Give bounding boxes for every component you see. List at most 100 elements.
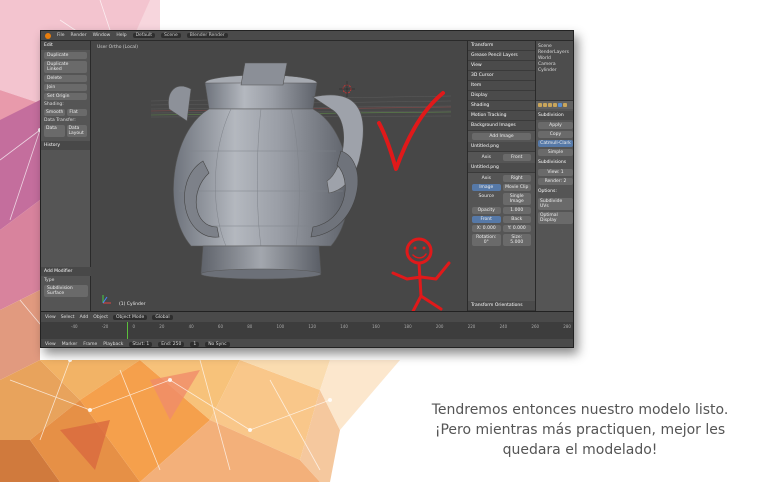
size-field[interactable]: Size: 5.000 xyxy=(502,234,531,246)
panel-add-modifier-header[interactable]: Add Modifier xyxy=(41,267,91,276)
outliner-renderlayers-item[interactable]: RenderLayers xyxy=(538,50,573,55)
ruler-tick: 40 xyxy=(188,324,194,329)
duplicate-button[interactable]: Duplicate xyxy=(44,52,87,59)
ruler-tick: -20 xyxy=(101,324,109,329)
menu-window[interactable]: Window xyxy=(93,33,111,38)
offset-row: X: 0.000 Y: 0.000 xyxy=(472,225,531,232)
end-frame-field[interactable]: End: 250 xyxy=(158,341,185,347)
rotation-field[interactable]: Rotation: 0° xyxy=(472,234,501,246)
axis-front-field[interactable]: Front xyxy=(502,154,531,161)
menu-select[interactable]: Select xyxy=(61,315,75,320)
panel-3d-cursor-header[interactable]: 3D Cursor xyxy=(468,71,535,81)
menu-object[interactable]: Object xyxy=(93,315,108,320)
menu-frame[interactable]: Frame xyxy=(83,342,97,347)
menu-add[interactable]: Add xyxy=(80,315,89,320)
duplicate-linked-button[interactable]: Duplicate Linked xyxy=(44,61,87,73)
ruler-tick: 120 xyxy=(308,324,317,329)
timeline[interactable]: View Select Add Object Object Mode Globa… xyxy=(41,311,573,340)
data-layout-button[interactable]: Data Layout xyxy=(66,125,87,137)
set-origin-button[interactable]: Set Origin xyxy=(44,93,87,100)
3d-cursor-icon[interactable] xyxy=(339,81,355,97)
apply-modifier-button[interactable]: Apply xyxy=(538,122,573,129)
opacity-row: Opacity 1.000 xyxy=(472,207,531,214)
menu-help[interactable]: Help xyxy=(116,33,126,38)
axis-label: Axis xyxy=(481,155,491,160)
panel-grease-pencil-header[interactable]: Grease Pencil Layers xyxy=(468,51,535,61)
timeline-playhead[interactable] xyxy=(127,322,128,340)
x-offset-field[interactable]: X: 0.000 xyxy=(472,225,501,232)
background-image-1-item[interactable]: Untitled.png xyxy=(468,142,535,152)
opacity-label: Opacity xyxy=(472,207,501,214)
modifier-type-field[interactable]: Subdivision Surface xyxy=(44,285,88,297)
panel-motion-tracking-header[interactable]: Motion Tracking xyxy=(468,111,535,121)
transform-orientation-selector[interactable]: Global xyxy=(152,314,173,320)
front-back-row: Front Back xyxy=(472,216,531,223)
opacity-field[interactable]: 1.000 xyxy=(502,207,531,214)
image-tab-button[interactable]: Image xyxy=(472,184,501,191)
optimal-display-checkbox[interactable]: Optimal Display xyxy=(538,212,573,224)
panel-edit-header[interactable]: Edit xyxy=(41,41,90,50)
join-button[interactable]: Join xyxy=(44,84,87,91)
object-mode-selector[interactable]: Object Mode xyxy=(112,314,148,320)
menu-marker[interactable]: Marker xyxy=(62,342,78,347)
background-image-2-item[interactable]: Untitled.png xyxy=(468,163,535,173)
ruler-tick: 20 xyxy=(159,324,165,329)
smooth-button[interactable]: Smooth xyxy=(44,109,66,116)
properties-n-panel: Transform Grease Pencil Layers View 3D C… xyxy=(467,41,535,311)
outliner-camera-item[interactable]: Camera xyxy=(538,62,573,67)
panel-item-header[interactable]: Item xyxy=(468,81,535,91)
world-tab-icon[interactable] xyxy=(548,103,552,107)
outliner-world-item[interactable]: World xyxy=(538,56,573,61)
delete-button[interactable]: Delete xyxy=(44,75,87,82)
render-tab-icon[interactable] xyxy=(538,103,542,107)
menu-playback[interactable]: Playback xyxy=(103,342,123,347)
menu-file[interactable]: File xyxy=(57,33,65,38)
properties-editor: Scene RenderLayers World Camera Cylinder… xyxy=(535,41,573,311)
subdivision-modifier-header[interactable]: Subdivision xyxy=(536,111,573,120)
movie-clip-tab-button[interactable]: Movie Clip xyxy=(502,184,531,191)
flat-button[interactable]: Flat xyxy=(67,109,87,116)
panel-display-header[interactable]: Display xyxy=(468,91,535,101)
add-image-button[interactable]: Add Image xyxy=(472,133,531,140)
scene-tab-icon[interactable] xyxy=(543,103,547,107)
3d-viewport[interactable]: User Ortho (Local) (1) Cylinder xyxy=(91,41,467,311)
panel-history-header[interactable]: History xyxy=(41,141,90,150)
front-button[interactable]: Front xyxy=(472,216,501,223)
menu-render[interactable]: Render xyxy=(71,33,87,38)
panel-background-images-header[interactable]: Background Images xyxy=(468,121,535,131)
axis-label-2: Axis xyxy=(481,176,491,181)
outliner-cylinder-item[interactable]: Cylinder xyxy=(538,68,573,73)
render-levels-field[interactable]: Render: 2 xyxy=(538,178,573,185)
panel-transform-orientations-header[interactable]: Transform Orientations xyxy=(468,301,535,311)
back-button[interactable]: Back xyxy=(502,216,531,223)
menu-view[interactable]: View xyxy=(45,315,56,320)
render-engine-selector[interactable]: Blender Render xyxy=(186,33,228,38)
blender-logo-icon[interactable] xyxy=(45,32,51,39)
data-button[interactable]: Data xyxy=(44,125,65,137)
start-frame-field[interactable]: Start: 1 xyxy=(129,341,153,347)
pot-model[interactable] xyxy=(168,62,364,280)
copy-modifier-button[interactable]: Copy xyxy=(538,131,573,138)
outliner-scene-item[interactable]: Scene xyxy=(538,44,573,49)
panel-shading-header[interactable]: Shading xyxy=(468,101,535,111)
simple-button[interactable]: Simple xyxy=(538,149,573,156)
material-tab-icon[interactable] xyxy=(563,103,567,107)
catmull-clark-button[interactable]: Catmull-Clark xyxy=(538,140,573,147)
menu-view-timeline[interactable]: View xyxy=(45,342,56,347)
panel-transform-header[interactable]: Transform xyxy=(468,41,535,51)
subdivide-uvs-checkbox[interactable]: Subdivide UVs xyxy=(538,198,573,210)
view-levels-field[interactable]: View: 1 xyxy=(538,169,573,176)
axis-row-1: Axis Front xyxy=(472,154,531,161)
panel-view-header[interactable]: View xyxy=(468,61,535,71)
layout-selector[interactable]: Default xyxy=(132,33,156,38)
current-frame-field[interactable]: 1 xyxy=(190,341,200,347)
source-label: Source xyxy=(478,194,494,199)
modifier-tab-icon[interactable] xyxy=(558,103,562,107)
axis-right-field[interactable]: Right xyxy=(502,175,531,182)
object-tab-icon[interactable] xyxy=(553,103,557,107)
single-image-field[interactable]: Single Image xyxy=(502,193,531,205)
properties-tab-icons xyxy=(536,101,573,109)
y-offset-field[interactable]: Y: 0.000 xyxy=(502,225,531,232)
scene-selector[interactable]: Scene xyxy=(161,33,181,38)
sync-mode-selector[interactable]: No Sync xyxy=(205,341,230,347)
